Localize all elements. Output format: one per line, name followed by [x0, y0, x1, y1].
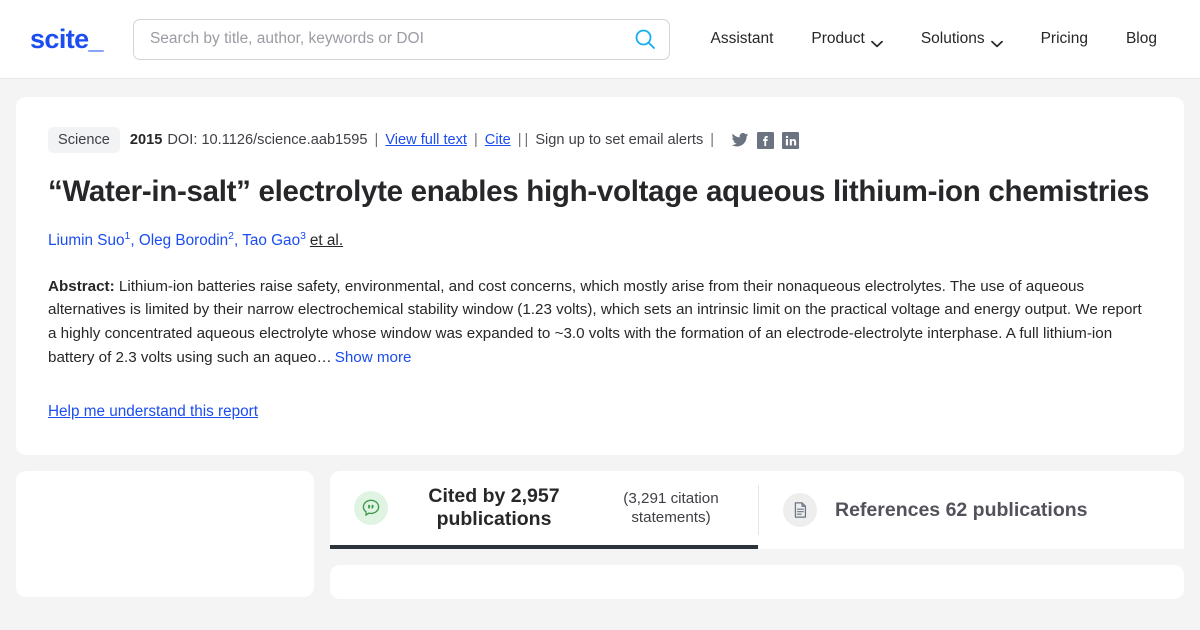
facebook-icon[interactable] [757, 131, 775, 149]
nav-label: Solutions [920, 30, 985, 47]
help-understand-report-link[interactable]: Help me understand this report [48, 403, 258, 421]
nav-item-product[interactable]: Product [792, 24, 901, 54]
author-name: Tao Gao [242, 231, 301, 249]
main-nav: Assistant Product Solutions Pricing Blog [692, 24, 1177, 54]
meta-separator: | [517, 132, 522, 148]
nav-label: Pricing [1040, 30, 1088, 47]
nav-label: Assistant [710, 30, 774, 47]
author-name: Liumin Suo [48, 231, 125, 249]
author-comma: , [234, 231, 243, 249]
quote-bubble-icon [354, 491, 388, 526]
scite-logo[interactable]: scite_ [30, 24, 104, 55]
nav-item-solutions[interactable]: Solutions [902, 24, 1022, 54]
nav-item-blog[interactable]: Blog [1107, 24, 1176, 54]
author-link[interactable]: Tao Gao3 [242, 229, 306, 249]
meta-separator: | [473, 132, 478, 148]
search-input[interactable] [132, 18, 670, 60]
nav-label: Product [811, 30, 865, 47]
view-full-text-link[interactable]: View full text [385, 132, 467, 148]
page-title: “Water-in-salt” electrolyte enables high… [48, 175, 1150, 208]
journal-badge: Science [48, 127, 120, 153]
meta-separator: | [710, 132, 715, 148]
author-list: Liumin Suo1, Oleg Borodin2, Tao Gao3 et a… [48, 230, 1152, 250]
paper-card: Science 2015 DOI: 10.1126/science.aab159… [16, 97, 1184, 456]
search-icon[interactable] [634, 28, 656, 50]
abstract-body: Lithium-ion batteries raise safety, envi… [48, 277, 1142, 366]
tab-content-panel [330, 565, 1184, 600]
social-share-group [731, 131, 800, 149]
tab-cited-by-sublabel: (3,291 citation statements) [623, 490, 719, 527]
abstract-label: Abstract: [48, 277, 115, 295]
author-link[interactable]: Liumin Suo1 [48, 230, 130, 249]
chevron-down-icon [990, 35, 1003, 48]
tab-bar: Cited by 2,957 publications (3,291 citat… [330, 471, 1184, 550]
chevron-down-icon [870, 35, 883, 48]
search-box[interactable] [132, 18, 670, 60]
nav-item-pricing[interactable]: Pricing [1022, 24, 1107, 54]
email-alerts-link[interactable]: Sign up to set email alerts [535, 132, 703, 148]
sidebar-panel [16, 471, 314, 598]
author-name: Oleg Borodin [138, 231, 229, 249]
tab-cited-by-label: Cited by 2,957 publications [428, 484, 560, 531]
meta-separator: | [524, 132, 529, 148]
nav-label: Blog [1125, 30, 1157, 47]
cite-link[interactable]: Cite [485, 132, 511, 148]
bottom-section: Cited by 2,957 publications (3,291 citat… [0, 455, 1200, 600]
page-body: Science 2015 DOI: 10.1126/science.aab159… [0, 79, 1200, 456]
site-header: scite_ Assistant Product Solutions [0, 0, 1200, 79]
meta-separator: | [374, 132, 379, 148]
show-more-link[interactable]: Show more [335, 349, 412, 366]
document-icon [783, 493, 817, 528]
publication-year: 2015 [129, 132, 163, 148]
author-comma: , [130, 231, 139, 249]
tab-cited-by[interactable]: Cited by 2,957 publications (3,291 citat… [330, 471, 758, 550]
tabs-column: Cited by 2,957 publications (3,291 citat… [330, 471, 1184, 600]
author-link[interactable]: Oleg Borodin2 [138, 230, 234, 249]
author-affiliation-marker: 3 [300, 229, 306, 242]
doi-text: DOI: 10.1126/science.aab1595 [167, 132, 368, 148]
abstract-text: Abstract: Lithium-ion batteries raise sa… [48, 275, 1152, 370]
paper-meta-row: Science 2015 DOI: 10.1126/science.aab159… [48, 127, 1152, 153]
linkedin-icon[interactable] [782, 131, 800, 149]
tab-references-label: References 62 publications [835, 498, 1088, 521]
twitter-icon[interactable] [731, 131, 749, 149]
tab-references[interactable]: References 62 publications [759, 471, 1114, 549]
nav-item-assistant[interactable]: Assistant [692, 24, 793, 54]
et-al-link[interactable]: et al. [310, 232, 343, 249]
